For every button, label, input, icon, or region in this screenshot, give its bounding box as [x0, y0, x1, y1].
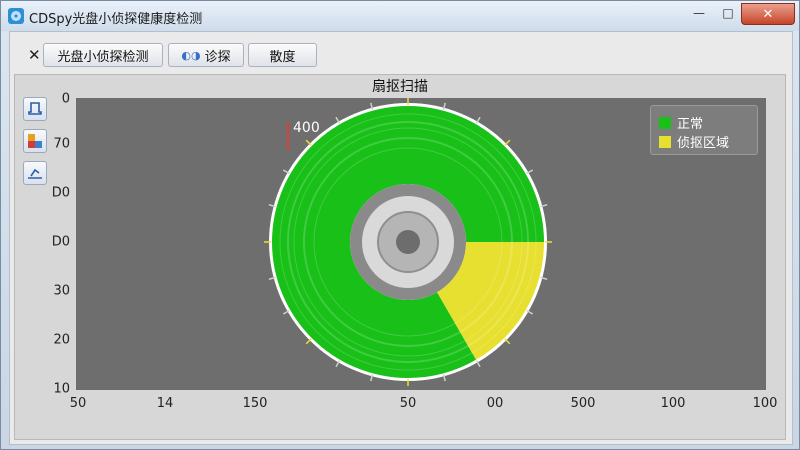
disc-edge-tick: [504, 338, 511, 345]
legend-swatch: [659, 116, 671, 129]
disc-scan-chart: [264, 98, 552, 386]
marker-value-label: 400: [293, 120, 320, 136]
legend-item: 正常: [659, 113, 703, 132]
disc-spindle: [396, 230, 420, 254]
disc-edge-tick: [305, 139, 312, 146]
legend-label: 侦抠区域: [677, 136, 730, 151]
disc-edge-tick: [305, 338, 312, 345]
chart-legend: 正常 侦抠区域: [650, 105, 758, 155]
disc-edge-tick: [504, 139, 511, 146]
legend-item: 侦抠区域: [659, 132, 729, 151]
legend-swatch: [659, 135, 671, 148]
legend-label: 正常: [677, 117, 704, 132]
